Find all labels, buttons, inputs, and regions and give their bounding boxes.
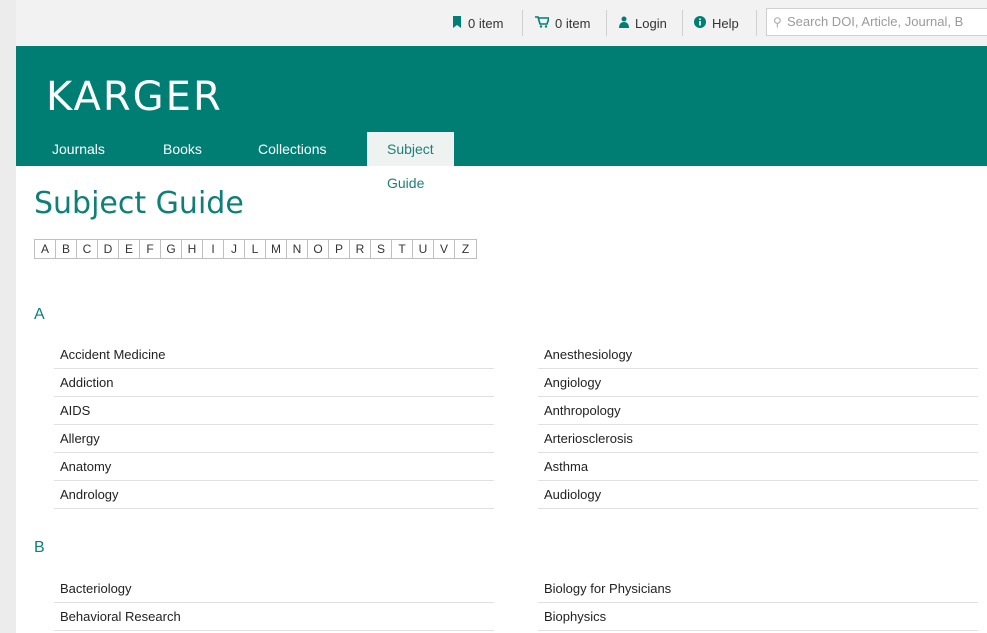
login-label: Login xyxy=(635,15,667,31)
letter-l[interactable]: L xyxy=(245,240,266,258)
letter-d[interactable]: D xyxy=(98,240,119,258)
alphabet-filter: A B C D E F G H I J L M N O P R S T U V … xyxy=(34,239,477,259)
letter-g[interactable]: G xyxy=(161,240,182,258)
page-title: Subject Guide xyxy=(34,186,244,221)
letter-m[interactable]: M xyxy=(266,240,287,258)
search-input[interactable]: ⚲ Search DOI, Article, Journal, B xyxy=(766,8,987,36)
subject-link[interactable]: Bacteriology xyxy=(54,575,494,603)
subject-link[interactable]: Anesthesiology xyxy=(538,341,978,369)
subject-link[interactable]: Accident Medicine xyxy=(54,341,494,369)
section-heading-a: A xyxy=(34,306,45,323)
letter-r[interactable]: R xyxy=(350,240,371,258)
letter-a[interactable]: A xyxy=(35,240,56,258)
subject-list-a-left: Accident Medicine Addiction AIDS Allergy… xyxy=(54,341,494,509)
divider xyxy=(756,10,757,36)
letter-z[interactable]: Z xyxy=(455,240,476,258)
subject-link[interactable]: Addiction xyxy=(54,369,494,397)
letter-s[interactable]: S xyxy=(371,240,392,258)
subject-list-b-right: Biology for Physicians Biophysics xyxy=(538,575,978,631)
cart-link[interactable]: 0 item xyxy=(535,9,590,37)
bookmark-link[interactable]: 0 item xyxy=(452,9,503,37)
subject-link[interactable]: Asthma xyxy=(538,453,978,481)
letter-u[interactable]: U xyxy=(413,240,434,258)
nav-collections[interactable]: Collections xyxy=(258,132,326,166)
subject-link[interactable]: Anthropology xyxy=(538,397,978,425)
subject-list-a-right: Anesthesiology Angiology Anthropology Ar… xyxy=(538,341,978,509)
letter-o[interactable]: O xyxy=(308,240,329,258)
cart-icon xyxy=(535,15,551,31)
subject-link[interactable]: Biophysics xyxy=(538,603,978,631)
subject-link[interactable]: Behavioral Research xyxy=(54,603,494,631)
letter-n[interactable]: N xyxy=(287,240,308,258)
subject-link[interactable]: Allergy xyxy=(54,425,494,453)
nav-journals[interactable]: Journals xyxy=(52,132,105,166)
nav-subject-guide[interactable]: Subject Guide xyxy=(367,132,454,191)
info-icon xyxy=(694,15,706,31)
letter-c[interactable]: C xyxy=(77,240,98,258)
help-link[interactable]: Help xyxy=(694,9,739,37)
subject-link[interactable]: Audiology xyxy=(538,481,978,509)
letter-j[interactable]: J xyxy=(224,240,245,258)
subject-link[interactable]: Biology for Physicians xyxy=(538,575,978,603)
divider xyxy=(522,10,523,36)
divider xyxy=(682,10,683,36)
bookmark-count: 0 item xyxy=(468,15,504,31)
letter-i[interactable]: I xyxy=(203,240,224,258)
letter-t[interactable]: T xyxy=(392,240,413,258)
letter-f[interactable]: F xyxy=(140,240,161,258)
letter-b[interactable]: B xyxy=(56,240,77,258)
subject-link[interactable]: AIDS xyxy=(54,397,494,425)
bookmark-icon xyxy=(452,15,462,31)
subject-link[interactable]: Andrology xyxy=(54,481,494,509)
karger-logo[interactable]: KARGER xyxy=(46,74,223,120)
subject-link[interactable]: Arteriosclerosis xyxy=(538,425,978,453)
subject-link[interactable]: Angiology xyxy=(538,369,978,397)
subject-link[interactable]: Anatomy xyxy=(54,453,494,481)
divider xyxy=(606,10,607,36)
letter-e[interactable]: E xyxy=(119,240,140,258)
user-icon xyxy=(619,16,629,31)
letter-h[interactable]: H xyxy=(182,240,203,258)
login-link[interactable]: Login xyxy=(619,9,667,37)
letter-p[interactable]: P xyxy=(329,240,350,258)
left-gutter xyxy=(0,0,16,633)
subject-list-b-left: Bacteriology Behavioral Research xyxy=(54,575,494,631)
help-label: Help xyxy=(712,15,739,31)
search-placeholder: Search DOI, Article, Journal, B xyxy=(787,14,964,29)
nav-books[interactable]: Books xyxy=(163,132,202,166)
search-icon: ⚲ xyxy=(773,15,782,29)
letter-v[interactable]: V xyxy=(434,240,455,258)
section-heading-b: B xyxy=(34,539,45,556)
site-header: KARGER Journals Books Collections Subjec… xyxy=(16,46,987,191)
cart-count: 0 item xyxy=(555,15,591,31)
